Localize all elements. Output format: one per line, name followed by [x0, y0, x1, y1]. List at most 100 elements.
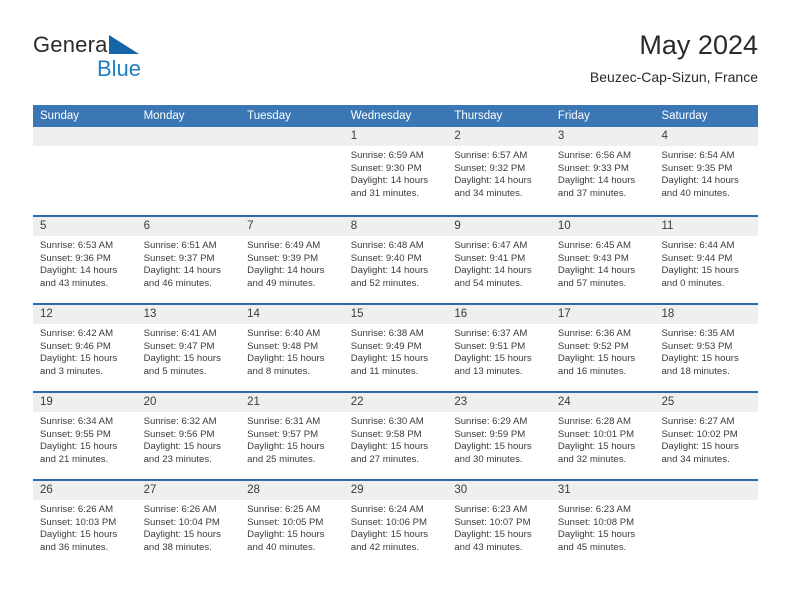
calendar-day-cell[interactable]: 19 Sunrise: 6:34 AM Sunset: 9:55 PM Dayligh…	[33, 393, 137, 479]
day-number-band	[240, 127, 344, 146]
calendar-day-cell[interactable]: 18 Sunrise: 6:35 AM Sunset: 9:53 PM Dayligh…	[654, 305, 759, 391]
day-number-band: 26	[33, 481, 137, 500]
calendar-day-cell[interactable]: 4 Sunrise: 6:54 AM Sunset: 9:35 PM Daylight…	[654, 127, 759, 215]
weekday-header-friday: Friday	[557, 110, 590, 122]
calendar-day-cell[interactable]: 20 Sunrise: 6:32 AM Sunset: 9:56 PM Dayligh…	[136, 393, 241, 479]
calendar-day-cell[interactable]: 24 Sunrise: 6:28 AM Sunset: 10:01 PM Daylig…	[550, 393, 655, 479]
calendar-day-cell[interactable]: 12 Sunrise: 6:42 AM Sunset: 9:46 PM Dayligh…	[33, 305, 137, 391]
sunset-text: Sunset: 10:07 PM	[454, 516, 531, 528]
sunset-text: Sunset: 9:58 PM	[350, 428, 422, 440]
calendar-day-cell[interactable]: 27 Sunrise: 6:26 AM Sunset: 10:04 PM Daylig…	[136, 481, 241, 567]
calendar-day-cell[interactable]: 29 Sunrise: 6:24 AM Sunset: 10:06 PM Daylig…	[343, 481, 448, 567]
calendar-day-cell[interactable]: 30 Sunrise: 6:23 AM Sunset: 10:07 PM Daylig…	[447, 481, 551, 567]
daylight-text: Daylight: 15 hours and 45 minutes.	[557, 529, 636, 553]
daylight-text: Daylight: 14 hours and 46 minutes.	[143, 265, 221, 289]
calendar-day-cell[interactable]: 2 Sunrise: 6:57 AM Sunset: 9:32 PM Daylight…	[447, 127, 551, 215]
calendar-body: 1 Sunrise: 6:59 AM Sunset: 9:30 PM Daylight…	[33, 127, 759, 567]
day-number-band: 23	[447, 393, 551, 412]
calendar-day-cell[interactable]: 31 Sunrise: 6:23 AM Sunset: 10:08 PM Daylig…	[550, 481, 655, 567]
day-number-band	[654, 481, 759, 500]
day-number: 15	[350, 308, 364, 320]
general-blue-logo[interactable]: General Blue	[33, 32, 163, 84]
sunset-text: Sunset: 9:47 PM	[143, 340, 215, 352]
calendar-day-cell[interactable]: 16 Sunrise: 6:37 AM Sunset: 9:51 PM Dayligh…	[447, 305, 551, 391]
calendar-day-cell[interactable]: 15 Sunrise: 6:38 AM Sunset: 9:49 PM Dayligh…	[343, 305, 448, 391]
day-number-band: 28	[240, 481, 344, 500]
logo-triangle-icon	[109, 35, 139, 54]
daylight-text: Daylight: 15 hours and 25 minutes.	[247, 441, 325, 465]
sunrise-text: Sunrise: 6:32 AM	[143, 416, 217, 427]
day-number: 2	[454, 130, 461, 142]
calendar-day-cell[interactable]: 13 Sunrise: 6:41 AM Sunset: 9:47 PM Dayligh…	[136, 305, 241, 391]
calendar-day-cell[interactable]: 28 Sunrise: 6:25 AM Sunset: 10:05 PM Daylig…	[240, 481, 344, 567]
sunset-text: Sunset: 9:56 PM	[143, 428, 215, 440]
sunset-text: Sunset: 9:48 PM	[247, 340, 319, 352]
calendar-grid: Sunday Monday Tuesday Wednesday Thursday Frid…	[33, 105, 759, 567]
day-number: 5	[40, 220, 47, 232]
day-number-band: 7	[240, 217, 344, 236]
calendar-day-cell[interactable]: 25 Sunrise: 6:27 AM Sunset: 10:02 PM Daylig…	[654, 393, 759, 479]
sunset-text: Sunset: 9:55 PM	[40, 428, 111, 440]
sunrise-text: Sunrise: 6:38 AM	[350, 328, 424, 339]
daylight-text: Daylight: 15 hours and 34 minutes.	[661, 441, 739, 465]
day-number-band: 10	[550, 217, 655, 236]
day-number: 20	[143, 396, 157, 408]
sunrise-text: Sunrise: 6:36 AM	[557, 328, 631, 339]
calendar-day-cell[interactable]: 17 Sunrise: 6:36 AM Sunset: 9:52 PM Dayligh…	[550, 305, 655, 391]
sunrise-text: Sunrise: 6:56 AM	[557, 150, 631, 161]
daylight-text: Daylight: 14 hours and 31 minutes.	[350, 175, 429, 199]
sunrise-text: Sunrise: 6:24 AM	[350, 504, 424, 515]
day-number: 31	[557, 484, 571, 496]
sunrise-text: Sunrise: 6:26 AM	[143, 504, 217, 515]
day-details: Sunrise: 6:26 AM Sunset: 10:04 PM Daylight…	[137, 500, 241, 554]
calendar-day-cell[interactable]: 11 Sunrise: 6:44 AM Sunset: 9:44 PM Dayligh…	[654, 217, 759, 303]
calendar-day-cell[interactable]: 22 Sunrise: 6:30 AM Sunset: 9:58 PM Dayligh…	[343, 393, 448, 479]
day-details: Sunrise: 6:49 AM Sunset: 9:39 PM Daylight:…	[240, 236, 344, 290]
day-number-band: 13	[136, 305, 241, 324]
calendar-day-cell[interactable]: 21 Sunrise: 6:31 AM Sunset: 9:57 PM Dayligh…	[240, 393, 344, 479]
day-number-band: 15	[343, 305, 448, 324]
daylight-text: Daylight: 15 hours and 16 minutes.	[557, 353, 636, 377]
calendar-day-cell[interactable]: 26 Sunrise: 6:26 AM Sunset: 10:03 PM Daylig…	[33, 481, 137, 567]
day-details: Sunrise: 6:57 AM Sunset: 9:32 PM Daylight:…	[447, 146, 551, 200]
calendar-day-cell[interactable]: 8 Sunrise: 6:48 AM Sunset: 9:40 PM Daylight…	[343, 217, 448, 303]
sunset-text: Sunset: 9:46 PM	[40, 340, 111, 352]
calendar-day-cell[interactable]: 23 Sunrise: 6:29 AM Sunset: 9:59 PM Dayligh…	[447, 393, 551, 479]
calendar-day-cell[interactable]: 9 Sunrise: 6:47 AM Sunset: 9:41 PM Daylight…	[447, 217, 551, 303]
calendar-day-cell[interactable]: 6 Sunrise: 6:51 AM Sunset: 9:37 PM Daylight…	[136, 217, 241, 303]
sunset-text: Sunset: 10:03 PM	[40, 516, 117, 528]
daylight-text: Daylight: 15 hours and 8 minutes.	[247, 353, 325, 377]
sunrise-text: Sunrise: 6:26 AM	[40, 504, 114, 515]
day-details: Sunrise: 6:30 AM Sunset: 9:58 PM Daylight:…	[344, 412, 448, 466]
daylight-text: Daylight: 15 hours and 21 minutes.	[40, 441, 118, 465]
day-details: Sunrise: 6:23 AM Sunset: 10:08 PM Daylight…	[551, 500, 655, 554]
sunrise-text: Sunrise: 6:44 AM	[661, 240, 735, 251]
daylight-text: Daylight: 14 hours and 40 minutes.	[661, 175, 739, 199]
calendar-day-cell[interactable]: 14 Sunrise: 6:40 AM Sunset: 9:48 PM Dayligh…	[240, 305, 344, 391]
day-number-band: 21	[240, 393, 344, 412]
sunrise-text: Sunrise: 6:25 AM	[247, 504, 321, 515]
day-number-band: 27	[136, 481, 241, 500]
page-subtitle: Beuzec-Cap-Sizun, France	[589, 69, 758, 85]
weekday-header-wednesday: Wednesday	[350, 110, 412, 122]
day-number: 24	[557, 396, 571, 408]
calendar-week-row: 12 Sunrise: 6:42 AM Sunset: 9:46 PM Dayligh…	[33, 303, 759, 391]
daylight-text: Daylight: 15 hours and 42 minutes.	[350, 529, 429, 553]
day-number-band: 11	[654, 217, 759, 236]
calendar-day-cell[interactable]: 7 Sunrise: 6:49 AM Sunset: 9:39 PM Daylight…	[240, 217, 344, 303]
sunrise-text: Sunrise: 6:30 AM	[350, 416, 424, 427]
sunset-text: Sunset: 9:43 PM	[557, 252, 629, 264]
day-details: Sunrise: 6:26 AM Sunset: 10:03 PM Daylight…	[33, 500, 137, 554]
calendar-day-cell-empty	[136, 127, 241, 215]
calendar-day-cell-empty	[33, 127, 137, 215]
day-number: 22	[350, 396, 364, 408]
sunrise-text: Sunrise: 6:34 AM	[40, 416, 114, 427]
calendar-day-cell[interactable]: 1 Sunrise: 6:59 AM Sunset: 9:30 PM Daylight…	[343, 127, 448, 215]
calendar-day-cell[interactable]: 10 Sunrise: 6:45 AM Sunset: 9:43 PM Dayligh…	[550, 217, 655, 303]
calendar-day-cell[interactable]: 3 Sunrise: 6:56 AM Sunset: 9:33 PM Daylight…	[550, 127, 655, 215]
calendar-day-cell[interactable]: 5 Sunrise: 6:53 AM Sunset: 9:36 PM Daylight…	[33, 217, 137, 303]
sunrise-text: Sunrise: 6:35 AM	[661, 328, 735, 339]
sunset-text: Sunset: 9:36 PM	[40, 252, 111, 264]
day-number-band: 5	[33, 217, 137, 236]
day-number: 10	[557, 220, 571, 232]
